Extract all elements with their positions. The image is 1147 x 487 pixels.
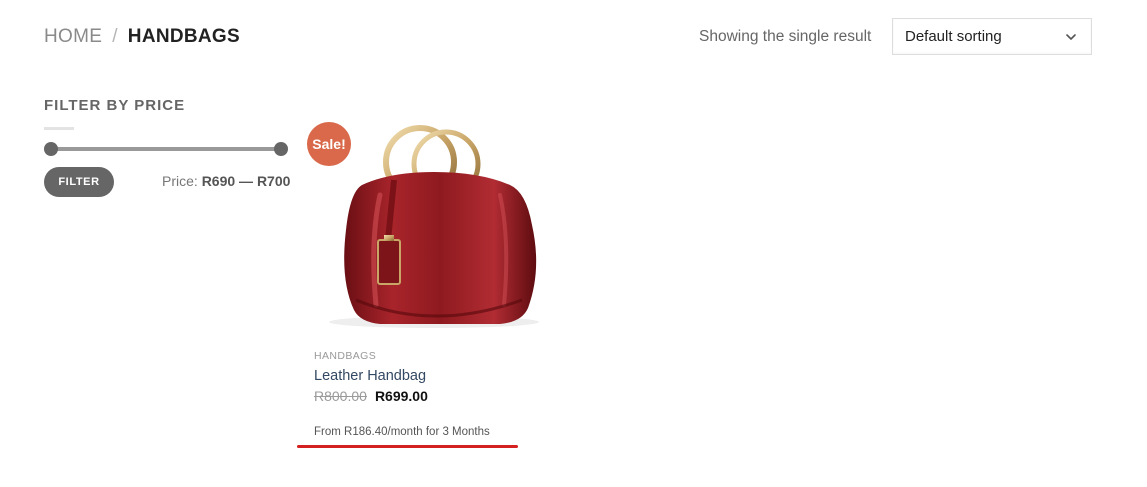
chevron-down-icon: [1066, 33, 1076, 40]
price-slider-max-handle[interactable]: [274, 142, 288, 156]
price-sale: R699.00: [374, 388, 428, 404]
title-divider: [44, 127, 74, 130]
product-price: R800.00 R699.00: [314, 388, 428, 404]
price-min-value: R690: [201, 173, 236, 189]
breadcrumb-home-link[interactable]: HOME: [44, 26, 102, 48]
breadcrumb: HOME / HANDBAGS: [44, 26, 240, 48]
product-name-link[interactable]: Leather Handbag: [314, 368, 426, 384]
filter-button[interactable]: FILTER: [44, 167, 114, 197]
result-count: Showing the single result: [699, 28, 872, 45]
breadcrumb-current: HANDBAGS: [127, 26, 240, 47]
sort-select-value: Default sorting: [905, 28, 1002, 45]
price-dash: —: [239, 173, 254, 189]
product-category: HANDBAGS: [314, 350, 377, 362]
price-max-value: R700: [256, 173, 291, 189]
sort-select[interactable]: Default sorting: [892, 18, 1092, 55]
price-range-label: Price: R690 — R700: [162, 173, 290, 189]
installment-text: From R186.40/month for 3 Months: [314, 426, 490, 438]
price-label: Price:: [162, 173, 198, 189]
breadcrumb-separator: /: [112, 26, 118, 47]
filter-title: FILTER BY PRICE: [44, 97, 186, 114]
highlight-underline: [297, 445, 518, 448]
price-slider-min-handle[interactable]: [44, 142, 58, 156]
sale-badge: Sale!: [307, 122, 351, 166]
price-slider-range: [51, 147, 281, 151]
price-original: R800.00: [314, 388, 367, 404]
